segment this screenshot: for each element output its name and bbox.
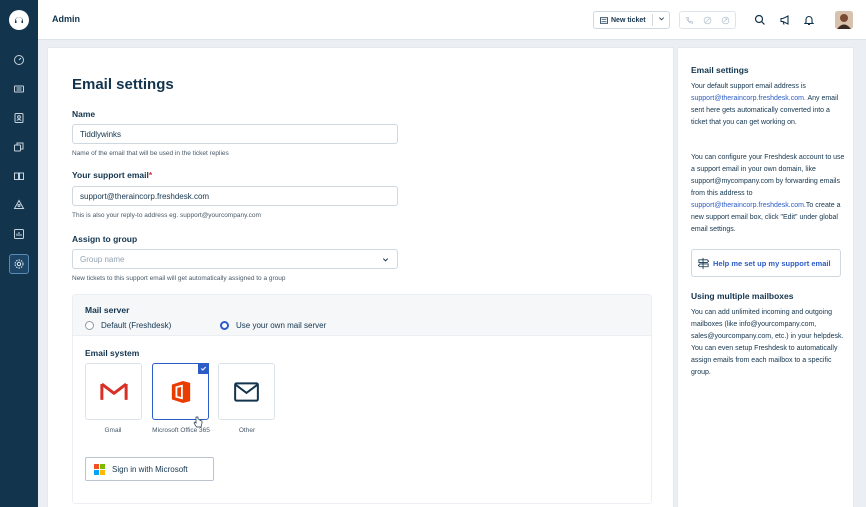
radio-own-label: Use your own mail server xyxy=(236,321,327,330)
help-panel: Email settings Your default support emai… xyxy=(677,47,854,507)
gmail-tile[interactable] xyxy=(85,363,142,420)
search-icon[interactable] xyxy=(753,13,767,27)
ticket-icon xyxy=(600,16,608,24)
chevron-down-icon[interactable] xyxy=(658,15,665,22)
solutions-icon[interactable] xyxy=(9,166,29,186)
dashboard-icon[interactable] xyxy=(9,50,29,70)
support-email-value: support@theraincorp.freshdesk.com xyxy=(80,191,210,201)
group-select[interactable]: Group name xyxy=(72,249,398,269)
other-tile[interactable] xyxy=(218,363,275,420)
support-email-hint: This is also your reply-to address eg. s… xyxy=(72,212,261,219)
name-input[interactable]: Tiddlywinks xyxy=(72,124,398,144)
phone-icon[interactable] xyxy=(685,16,694,25)
email-system-label: Email system xyxy=(85,348,140,358)
header-title: Admin xyxy=(52,14,80,24)
forwarding-email-link[interactable]: support@theraincorp.freshdesk.com. xyxy=(691,202,806,209)
email-settings-panel: Email settings Name Tiddlywinks Name of … xyxy=(47,47,674,507)
radio-own-mail-server[interactable]: Use your own mail server xyxy=(220,321,326,330)
mail-server-label: Mail server xyxy=(85,305,130,315)
group-hint: New tickets to this support email will g… xyxy=(72,275,286,282)
radio-circle-selected[interactable] xyxy=(220,321,229,330)
sign-in-microsoft-button[interactable]: Sign in with Microsoft xyxy=(85,457,214,481)
help-title-email-settings: Email settings xyxy=(691,65,749,75)
groups-icon[interactable] xyxy=(9,137,29,157)
other-label: Other xyxy=(238,427,256,434)
avatar[interactable] xyxy=(835,11,853,29)
name-value: Tiddlywinks xyxy=(80,129,122,139)
office365-label: Microsoft Office 365 xyxy=(152,427,210,434)
top-header: Admin New ticket xyxy=(38,0,866,40)
microsoft-logo-icon xyxy=(94,464,105,475)
support-email-link[interactable]: support@theraincorp.freshdesk.com. xyxy=(691,95,806,102)
tickets-icon[interactable] xyxy=(9,79,29,99)
notifications-bell-icon[interactable] xyxy=(802,13,816,27)
gmail-icon xyxy=(99,382,128,400)
help-button-label: Help me set up my support email xyxy=(713,258,831,268)
phone-off-icon[interactable] xyxy=(703,16,712,25)
office365-tile[interactable] xyxy=(152,363,209,428)
reports-icon[interactable] xyxy=(9,224,29,244)
support-email-label: Your support email* xyxy=(72,170,153,180)
signpost-icon xyxy=(697,257,710,270)
name-hint: Name of the email that will be used in t… xyxy=(72,150,229,157)
phone-transfer-icon[interactable] xyxy=(721,16,730,25)
help-paragraph-2: You can configure your Freshdesk account… xyxy=(691,154,845,233)
check-icon xyxy=(198,363,209,374)
network-icon[interactable] xyxy=(9,195,29,215)
email-system-section: Email system Gmail Microsoft Office 365 … xyxy=(73,335,651,503)
announcement-megaphone-icon[interactable] xyxy=(778,13,792,27)
help-title-multiple-mailboxes: Using multiple mailboxes xyxy=(691,291,794,301)
mail-server-section: Mail server Default (Freshdesk) Use your… xyxy=(72,294,652,504)
name-label: Name xyxy=(72,109,96,119)
new-ticket-button[interactable]: New ticket xyxy=(593,11,670,29)
gmail-label: Gmail xyxy=(104,427,122,434)
new-ticket-label: New ticket xyxy=(611,16,646,24)
page-title: Email settings xyxy=(72,76,174,93)
contacts-icon[interactable] xyxy=(9,108,29,128)
sign-in-label: Sign in with Microsoft xyxy=(112,464,188,474)
help-paragraph-3: You can add unlimited incoming and outgo… xyxy=(691,309,844,376)
required-mark: * xyxy=(148,170,153,180)
radio-circle[interactable] xyxy=(85,321,94,330)
microsoft-office-icon xyxy=(171,380,190,403)
chevron-down-icon xyxy=(382,258,389,262)
group-placeholder: Group name xyxy=(80,254,125,264)
telephony-controls xyxy=(679,11,736,29)
admin-gear-icon[interactable] xyxy=(9,254,29,274)
radio-default-label: Default (Freshdesk) xyxy=(101,321,172,330)
envelope-icon xyxy=(234,381,259,402)
help-paragraph-1: Your default support email address is su… xyxy=(691,83,839,126)
assign-group-label: Assign to group xyxy=(72,234,138,244)
freshdesk-logo-icon[interactable] xyxy=(9,10,29,30)
support-email-input[interactable]: support@theraincorp.freshdesk.com xyxy=(72,186,398,206)
help-setup-support-email-button[interactable]: Help me set up my support email xyxy=(691,249,841,277)
radio-default-freshdesk[interactable]: Default (Freshdesk) xyxy=(85,321,171,330)
sidebar xyxy=(0,0,38,507)
divider xyxy=(652,14,653,26)
